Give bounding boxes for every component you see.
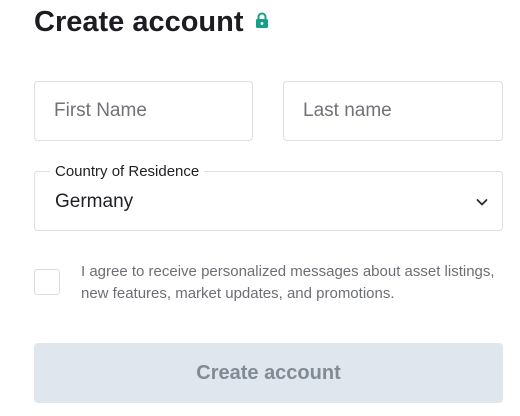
last-name-input[interactable] [284,82,502,140]
lock-icon [254,12,270,28]
chevron-down-icon[interactable] [474,194,490,210]
country-select[interactable]: Country of Residence Germany [34,163,503,231]
page-title: Create account [34,5,244,38]
create-account-button[interactable]: Create account [34,343,503,403]
page-header: Create account [34,2,270,42]
first-name-input[interactable] [35,82,252,140]
consent-text: I agree to receive personalized messages… [81,263,495,302]
country-label: Country of Residence [50,163,205,180]
first-name-field[interactable] [34,81,253,141]
last-name-field[interactable] [283,81,503,141]
consent-checkbox[interactable] [34,269,60,295]
country-selected-value: Germany [55,191,134,212]
